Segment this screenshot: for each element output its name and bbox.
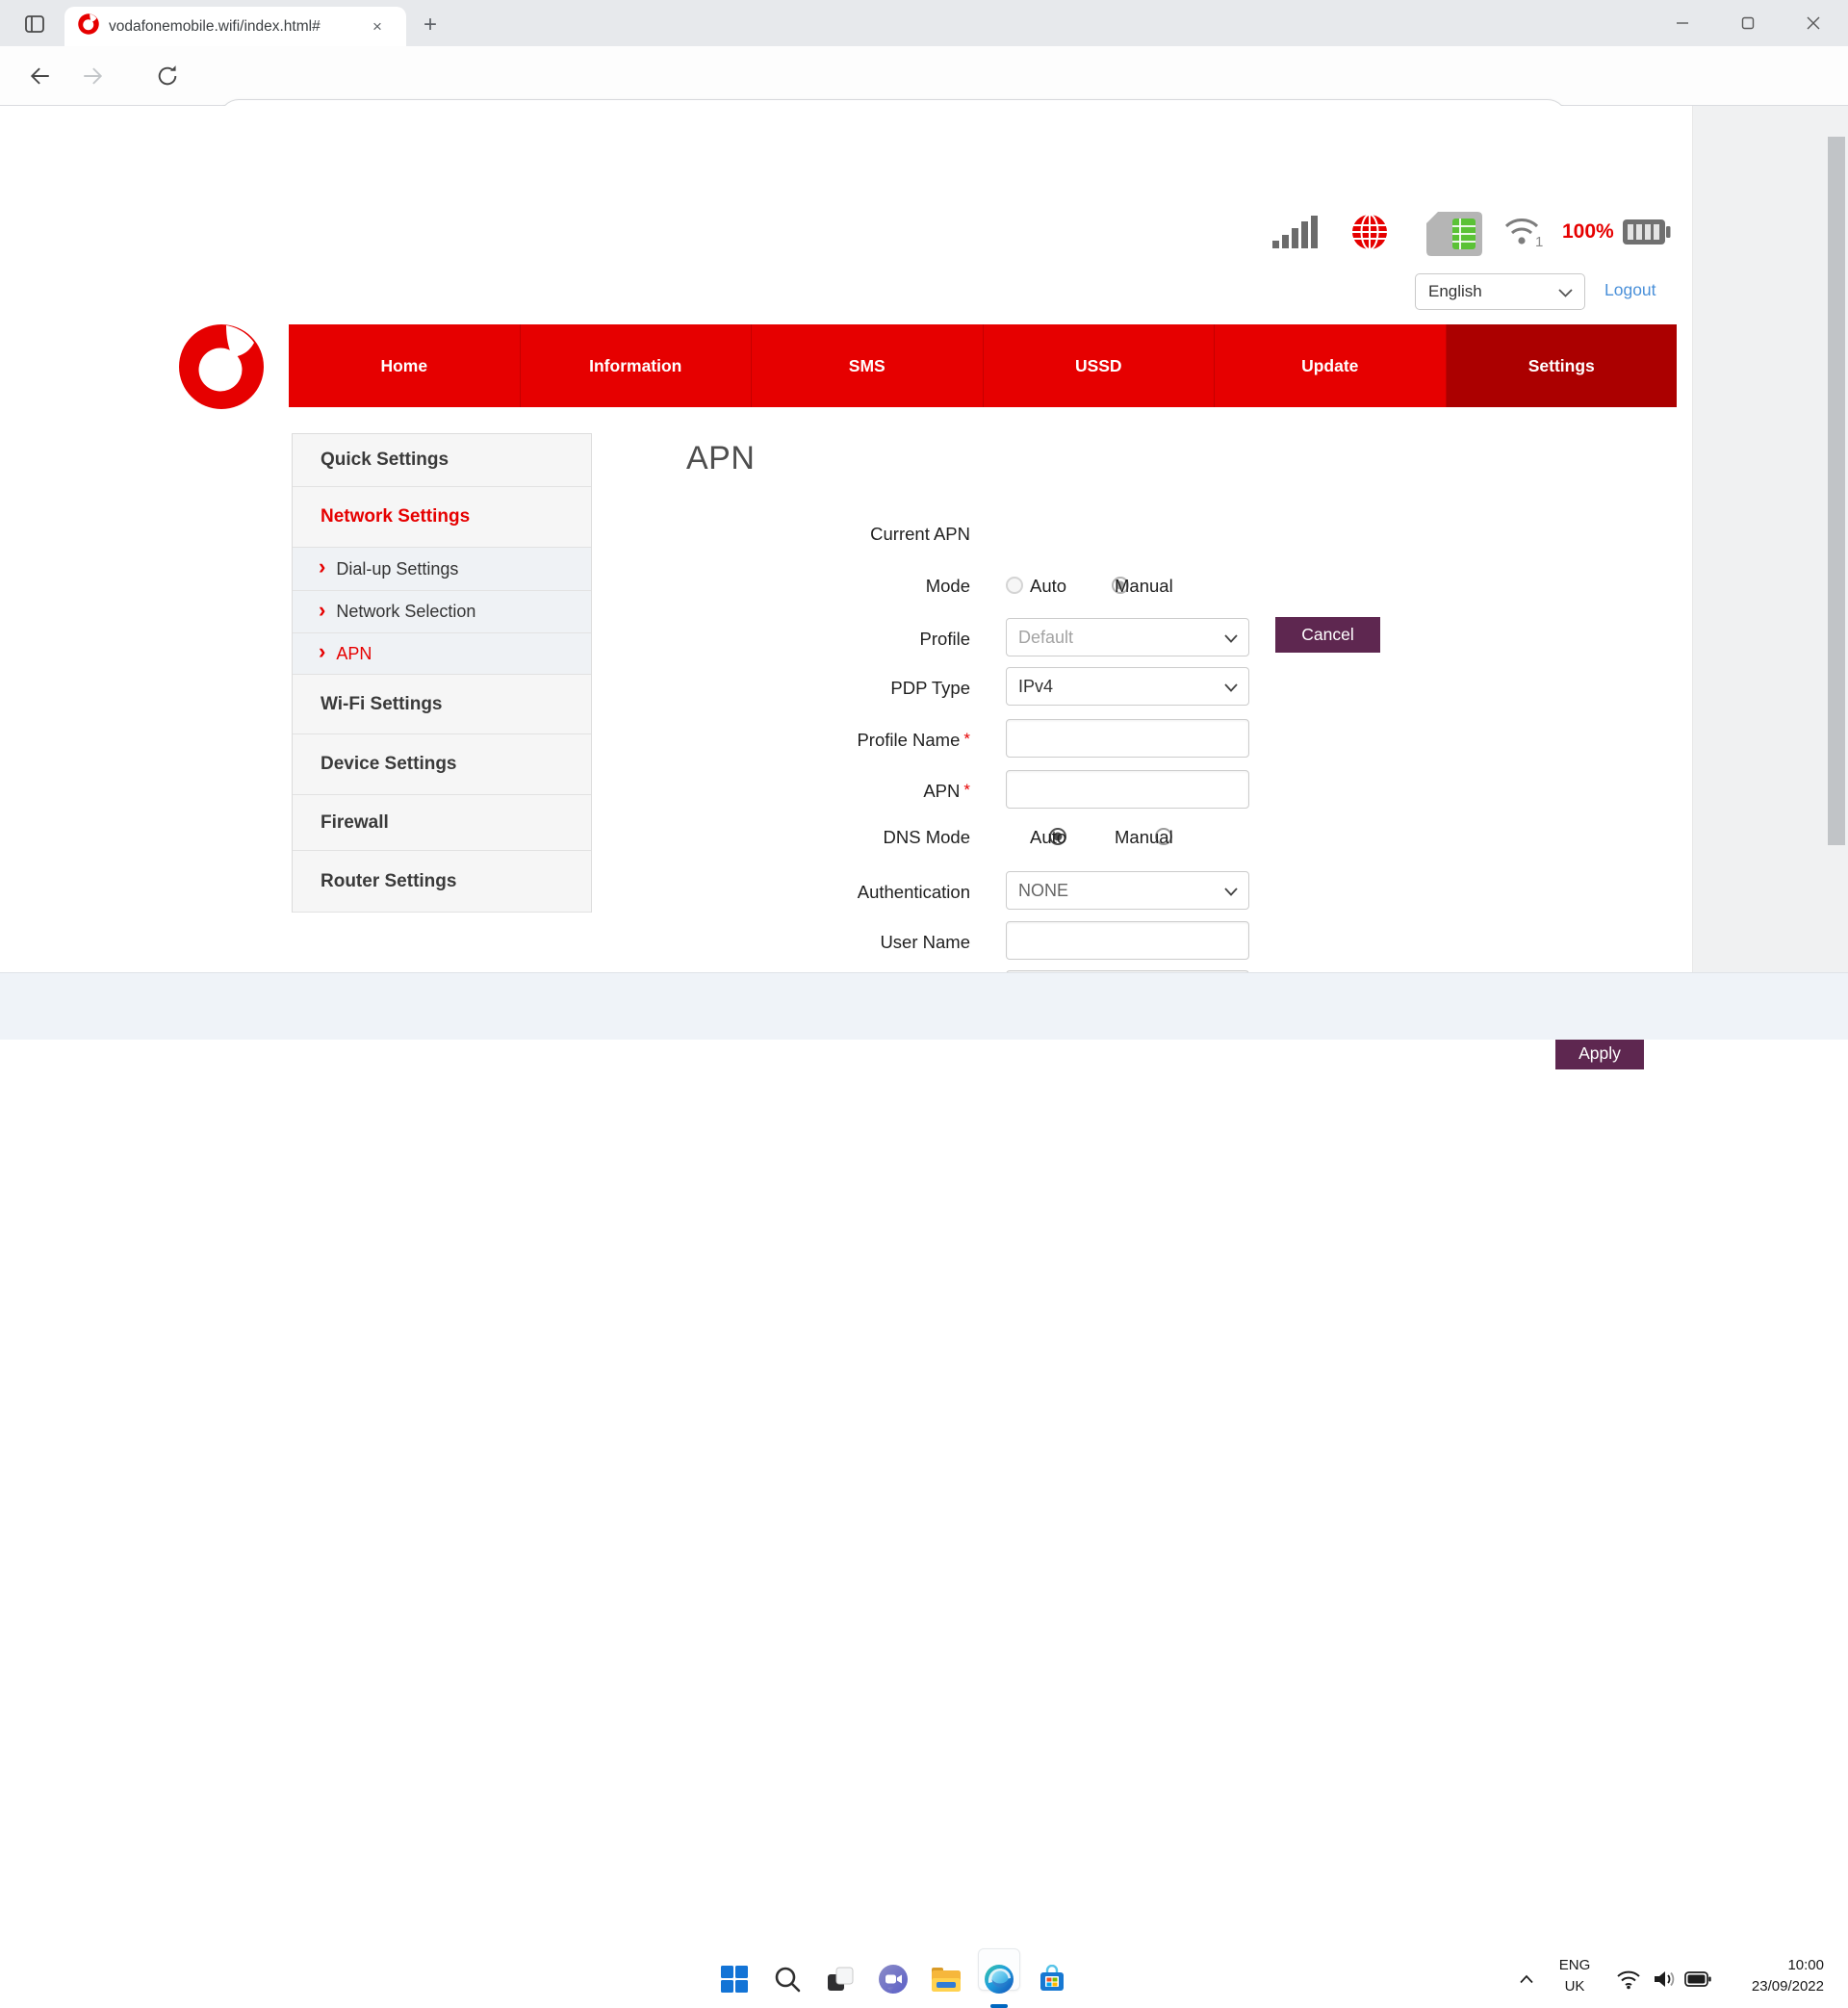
chevron-right-icon: › bbox=[319, 639, 326, 663]
nav-tab-sms[interactable]: SMS bbox=[752, 324, 984, 407]
window-minimize-button[interactable] bbox=[1669, 10, 1696, 37]
browser-toolbar: Not secure vodafonemobile.wifi/index.htm… bbox=[0, 46, 1848, 141]
tab-title: vodafonemobile.wifi/index.html# bbox=[109, 17, 321, 35]
sidebar-item-quick-settings[interactable]: Quick Settings bbox=[293, 434, 591, 487]
mode-auto-radio[interactable] bbox=[1006, 577, 1023, 594]
nav-tab-update[interactable]: Update bbox=[1215, 324, 1447, 407]
sidebar-item-network-selection[interactable]: › Network Selection bbox=[293, 591, 591, 633]
browser-titlebar: vodafonemobile.wifi/index.html# × + bbox=[0, 0, 1848, 46]
nav-tab-settings[interactable]: Settings bbox=[1446, 324, 1677, 407]
new-tab-button[interactable]: + bbox=[424, 12, 437, 39]
tab-actions-icon[interactable] bbox=[23, 13, 46, 40]
settings-sidebar: Quick Settings Network Settings › Dial-up… bbox=[292, 433, 592, 913]
nav-tab-information[interactable]: Information bbox=[521, 324, 752, 407]
pdp-type-select[interactable]: IPv4 bbox=[1006, 667, 1249, 706]
language-selected: English bbox=[1428, 282, 1482, 300]
mode-auto-label: Auto bbox=[1030, 576, 1067, 596]
current-apn-label: Current APN bbox=[870, 524, 970, 544]
required-asterisk: * bbox=[963, 730, 970, 748]
apply-button[interactable]: Apply bbox=[1555, 1037, 1644, 1069]
apn-input[interactable] bbox=[1006, 770, 1249, 809]
dns-manual-label: Manual bbox=[1115, 827, 1173, 847]
authentication-select[interactable]: NONE bbox=[1006, 871, 1249, 910]
tray-chevron-up-icon[interactable] bbox=[1507, 1960, 1546, 1998]
sidebar-item-wifi-settings[interactable]: Wi-Fi Settings bbox=[293, 675, 591, 734]
required-asterisk: * bbox=[963, 781, 970, 799]
chevron-down-icon bbox=[1558, 289, 1573, 297]
edge-browser-icon[interactable] bbox=[980, 1960, 1018, 1998]
task-view-icon[interactable] bbox=[821, 1960, 860, 1998]
username-input[interactable] bbox=[1006, 921, 1249, 960]
tray-clock-date[interactable]: 23/09/2022 bbox=[1708, 1978, 1824, 1995]
profile-select[interactable]: Default bbox=[1006, 618, 1249, 656]
window-close-button[interactable] bbox=[1800, 10, 1827, 37]
microsoft-store-icon[interactable] bbox=[1033, 1960, 1071, 1998]
sim-card-icon bbox=[1426, 212, 1482, 261]
sidebar-item-device-settings[interactable]: Device Settings bbox=[293, 734, 591, 795]
cancel-button[interactable]: Cancel bbox=[1275, 617, 1380, 653]
signal-strength-icon bbox=[1272, 216, 1321, 253]
mode-label: Mode bbox=[925, 576, 970, 596]
tray-clock-time[interactable]: 10:00 bbox=[1708, 1957, 1824, 1973]
chevron-right-icon: › bbox=[319, 597, 326, 622]
logout-link[interactable]: Logout bbox=[1604, 280, 1656, 300]
scrollbar-thumb[interactable] bbox=[1828, 137, 1845, 845]
pdp-type-select-value: IPv4 bbox=[1018, 676, 1054, 696]
mode-manual-label: Manual bbox=[1115, 576, 1173, 596]
nav-tab-ussd[interactable]: USSD bbox=[984, 324, 1215, 407]
chevron-right-icon: › bbox=[319, 554, 326, 579]
username-label: User Name bbox=[880, 932, 970, 952]
back-icon[interactable] bbox=[27, 63, 54, 94]
windows-taskbar: ENG UK 10:00 23/09/2022 bbox=[0, 972, 1848, 2008]
battery-percent-label: 100% bbox=[1562, 220, 1614, 243]
nav-tab-home[interactable]: Home bbox=[289, 324, 521, 407]
main-nav: Home Information SMS USSD Update Setting… bbox=[289, 324, 1677, 407]
profile-select-value: Default bbox=[1018, 627, 1074, 647]
tray-volume-icon[interactable] bbox=[1645, 1960, 1683, 1998]
file-explorer-icon[interactable] bbox=[927, 1960, 965, 1998]
tab-close-icon[interactable]: × bbox=[372, 17, 382, 37]
dns-auto-label: Auto bbox=[1030, 827, 1067, 847]
sidebar-item-router-settings[interactable]: Router Settings bbox=[293, 851, 591, 913]
profile-name-input[interactable] bbox=[1006, 719, 1249, 758]
roaming-globe-icon bbox=[1351, 214, 1388, 255]
start-button-icon[interactable] bbox=[715, 1960, 754, 1998]
profile-label: Profile bbox=[919, 629, 970, 649]
refresh-icon[interactable] bbox=[154, 63, 181, 94]
sidebar-item-firewall[interactable]: Firewall bbox=[293, 795, 591, 851]
tray-wifi-icon[interactable] bbox=[1609, 1960, 1648, 1998]
language-select[interactable]: English bbox=[1415, 273, 1585, 310]
wifi-clients-icon: 1 bbox=[1503, 214, 1548, 255]
wifi-client-count: 1 bbox=[1535, 234, 1543, 250]
battery-icon bbox=[1623, 219, 1671, 250]
vodafone-logo bbox=[178, 323, 265, 415]
page-content: 1 100% English Logout Home Information S… bbox=[0, 106, 1848, 1069]
window-maximize-button[interactable] bbox=[1734, 10, 1761, 37]
apn-label: APN * bbox=[923, 781, 970, 801]
sidebar-item-network-settings[interactable]: Network Settings bbox=[293, 487, 591, 548]
chevron-down-icon bbox=[1224, 683, 1238, 692]
search-icon[interactable] bbox=[768, 1960, 807, 1998]
browser-tab[interactable]: vodafonemobile.wifi/index.html# × bbox=[64, 7, 406, 46]
chevron-down-icon bbox=[1224, 634, 1238, 643]
teams-chat-icon[interactable] bbox=[874, 1960, 912, 1998]
dns-mode-label: DNS Mode bbox=[883, 827, 970, 847]
forward-icon[interactable] bbox=[79, 63, 106, 94]
sidebar-item-dialup-settings[interactable]: › Dial-up Settings bbox=[293, 548, 591, 591]
chevron-down-icon bbox=[1224, 888, 1238, 896]
tab-favicon-vodafone bbox=[78, 13, 99, 39]
tray-language-line1[interactable]: ENG bbox=[1553, 1957, 1597, 1973]
authentication-label: Authentication bbox=[857, 882, 970, 902]
authentication-select-value: NONE bbox=[1018, 880, 1069, 900]
sidebar-item-apn[interactable]: › APN bbox=[293, 633, 591, 675]
page-title: APN bbox=[686, 440, 756, 476]
active-app-indicator bbox=[990, 2004, 1008, 2008]
tray-language-line2[interactable]: UK bbox=[1553, 1978, 1597, 1995]
pdp-type-label: PDP Type bbox=[890, 678, 970, 698]
page-right-gutter bbox=[1692, 106, 1825, 972]
profile-name-label: Profile Name * bbox=[857, 730, 970, 750]
